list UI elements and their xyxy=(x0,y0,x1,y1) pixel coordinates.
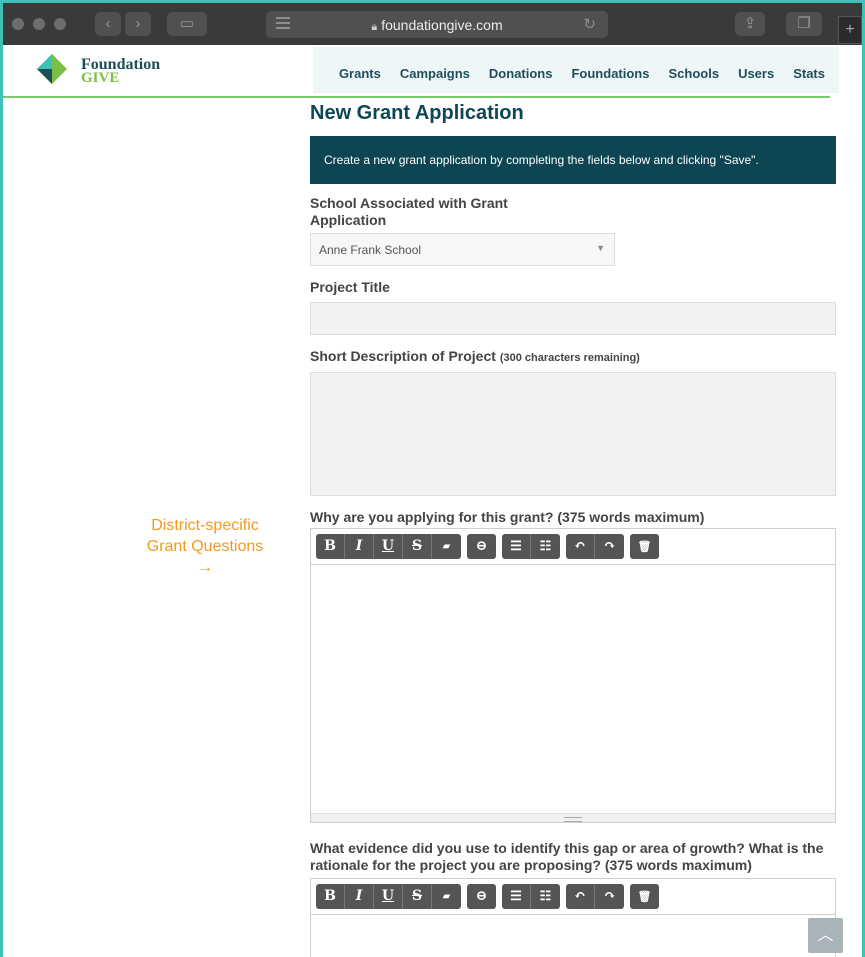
link-icon[interactable]: ⊖ xyxy=(467,884,496,909)
nav-campaigns[interactable]: Campaigns xyxy=(400,66,470,81)
annotation-callout: District-specific Grant Questions → xyxy=(120,515,290,578)
italic-button[interactable]: I xyxy=(345,884,374,909)
trash-icon[interactable]: 🗑 xyxy=(630,884,659,909)
question2-editor-body[interactable] xyxy=(311,915,835,957)
url-text: foundationgive.com xyxy=(381,17,503,33)
numbered-list-icon[interactable]: ☷ xyxy=(531,884,560,909)
link-icon[interactable]: ⊖ xyxy=(467,534,496,559)
underline-button[interactable]: U xyxy=(374,534,403,559)
nav-donations[interactable]: Donations xyxy=(489,66,553,81)
editor-toolbar: B I U S ▰ ⊖ ☰ ☷ ↶ ↷ 🗑 xyxy=(311,879,835,915)
close-window-icon[interactable] xyxy=(12,18,24,30)
nav-foundations[interactable]: Foundations xyxy=(571,66,649,81)
reload-icon[interactable]: ↻ xyxy=(583,15,596,33)
bullet-list-icon[interactable]: ☰ xyxy=(502,534,531,559)
bold-button[interactable]: B xyxy=(316,534,345,559)
bold-button[interactable]: B xyxy=(316,884,345,909)
editor-toolbar: B I U S ▰ ⊖ ☰ ☷ ↶ ↷ 🗑 xyxy=(311,529,835,565)
project-title-label: Project Title xyxy=(310,279,390,295)
strikethrough-button[interactable]: S xyxy=(403,534,432,559)
header-divider xyxy=(3,96,830,98)
nav-grants[interactable]: Grants xyxy=(339,66,381,81)
numbered-list-icon[interactable]: ☷ xyxy=(531,534,560,559)
redo-icon[interactable]: ↷ xyxy=(595,884,624,909)
school-label: School Associated with Grant Application xyxy=(310,195,508,228)
question1-editor-body[interactable] xyxy=(311,565,835,813)
question1-label: Why are you applying for this grant? (37… xyxy=(310,509,705,525)
project-title-input[interactable] xyxy=(310,302,836,335)
school-select[interactable]: Anne Frank School ▼ xyxy=(310,233,615,266)
question2-label: What evidence did you use to identify th… xyxy=(310,840,824,873)
logo-icon[interactable] xyxy=(37,54,67,84)
minimize-window-icon[interactable] xyxy=(33,18,45,30)
scroll-to-top-button[interactable]: ︿ xyxy=(808,918,843,953)
italic-button[interactable]: I xyxy=(345,534,374,559)
address-bar[interactable]: 🔒︎ foundationgive.com ↻ xyxy=(266,11,608,38)
trash-icon[interactable]: 🗑 xyxy=(630,534,659,559)
forward-icon[interactable]: › xyxy=(125,12,151,36)
short-description-label: Short Description of Project (300 charac… xyxy=(310,348,640,364)
nav-stats[interactable]: Stats xyxy=(793,66,825,81)
new-tab-icon[interactable]: + xyxy=(838,16,862,44)
logo-text-give: GIVE xyxy=(81,70,120,86)
question2-editor: B I U S ▰ ⊖ ☰ ☷ ↶ ↷ 🗑 xyxy=(310,878,836,957)
question1-editor: B I U S ▰ ⊖ ☰ ☷ ↶ ↷ 🗑 xyxy=(310,528,836,823)
main-nav: Grants Campaigns Donations Foundations S… xyxy=(320,66,825,81)
undo-icon[interactable]: ↶ xyxy=(566,884,595,909)
bullet-list-icon[interactable]: ☰ xyxy=(502,884,531,909)
zoom-window-icon[interactable] xyxy=(54,18,66,30)
annotation-line2: Grant Questions xyxy=(146,538,264,555)
site-header: Foundation GIVE Grants Campaigns Donatio… xyxy=(3,45,862,98)
grant-application-form: New Grant Application Create a new grant… xyxy=(310,102,836,957)
short-description-textarea[interactable] xyxy=(310,372,836,496)
nav-users[interactable]: Users xyxy=(738,66,774,81)
underline-button[interactable]: U xyxy=(374,884,403,909)
share-icon[interactable]: ⇪ xyxy=(735,12,765,36)
strikethrough-button[interactable]: S xyxy=(403,884,432,909)
nav-schools[interactable]: Schools xyxy=(668,66,719,81)
tabs-overview-icon[interactable]: ❐ xyxy=(786,12,822,36)
eraser-icon[interactable]: ▰ xyxy=(432,884,461,909)
redo-icon[interactable]: ↷ xyxy=(595,534,624,559)
browser-chrome: ‹ › ▭ 🔒︎ foundationgive.com ↻ ⇪ ❐ xyxy=(3,3,862,45)
annotation-line1: District-specific xyxy=(151,517,259,534)
school-select-value: Anne Frank School xyxy=(319,243,422,257)
info-banner: Create a new grant application by comple… xyxy=(310,136,836,184)
lock-icon: 🔒︎ xyxy=(371,21,378,33)
eraser-icon[interactable]: ▰ xyxy=(432,534,461,559)
resize-handle[interactable] xyxy=(311,813,835,822)
back-icon[interactable]: ‹ xyxy=(95,12,121,36)
undo-icon[interactable]: ↶ xyxy=(566,534,595,559)
page-title: New Grant Application xyxy=(310,102,524,124)
arrow-right-icon: → xyxy=(197,559,213,576)
sidebar-toggle-icon[interactable]: ▭ xyxy=(167,12,207,36)
characters-remaining: (300 characters remaining) xyxy=(499,352,640,364)
chevron-up-icon: ︿ xyxy=(817,927,834,944)
chevron-down-icon: ▼ xyxy=(596,243,605,253)
